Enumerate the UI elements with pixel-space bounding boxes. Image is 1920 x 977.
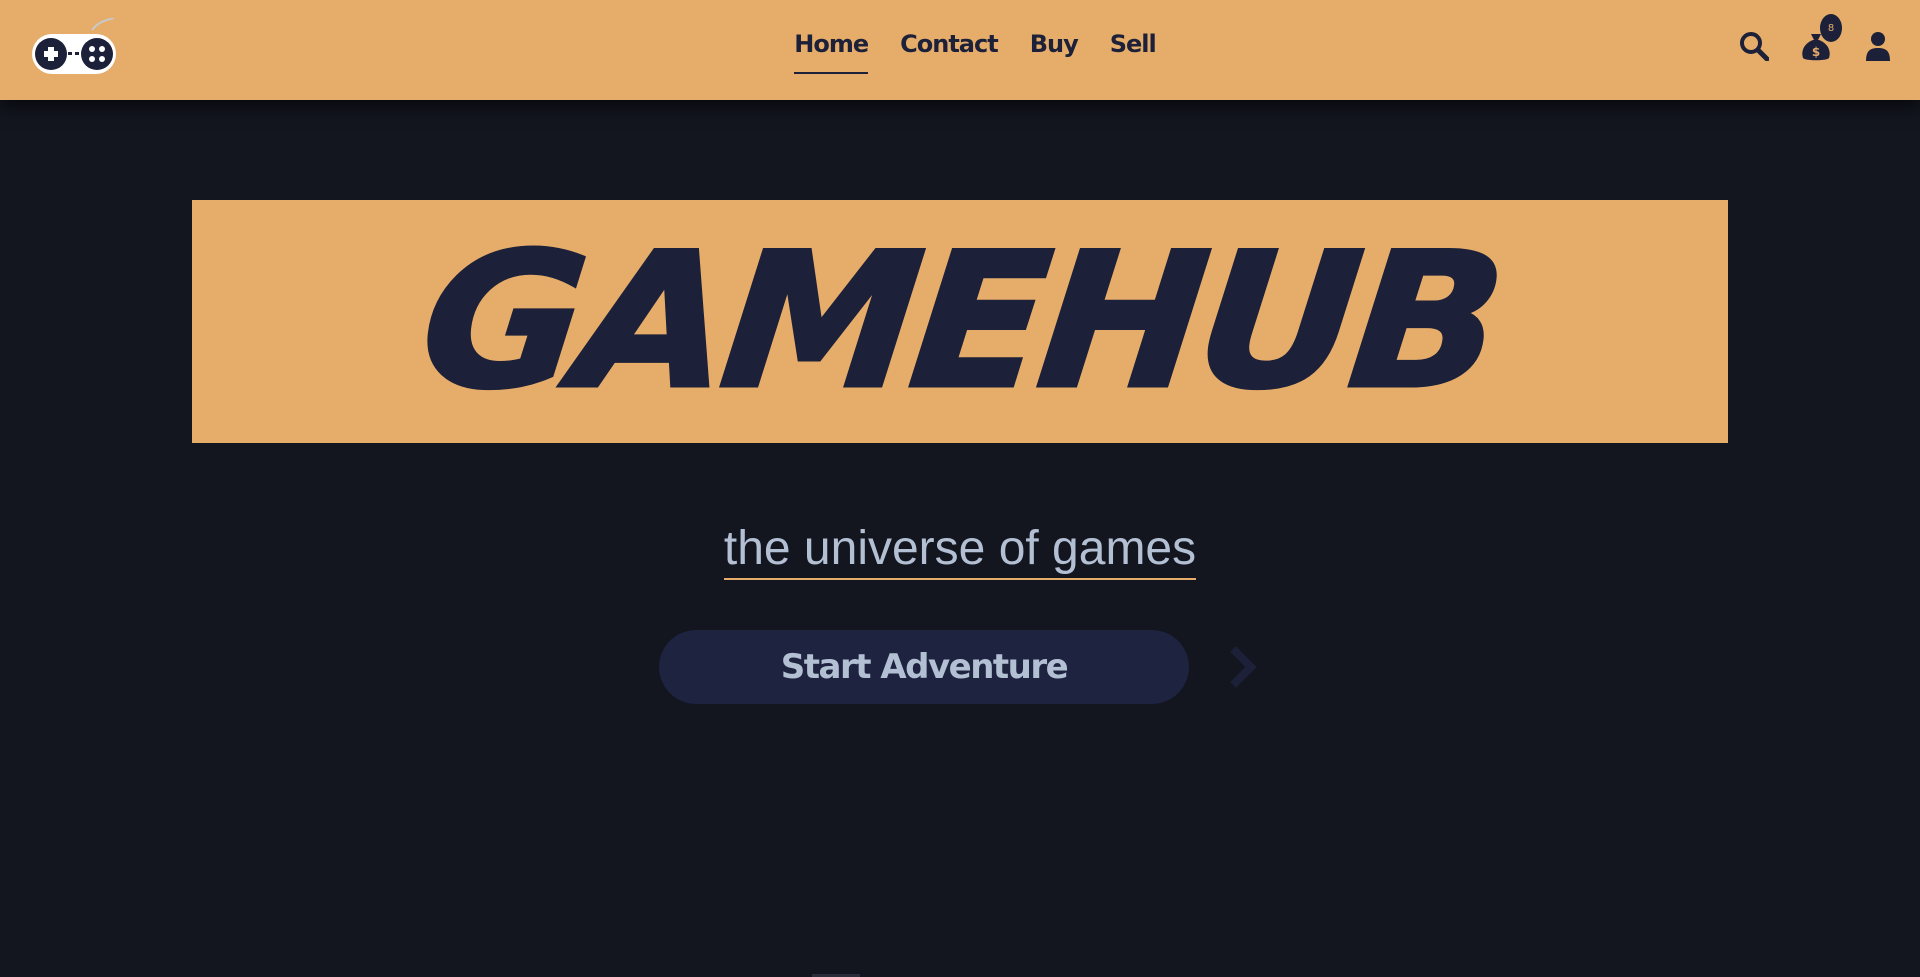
nav-buy-link[interactable]: Buy bbox=[1030, 30, 1079, 74]
hero-banner: GAMEHUB bbox=[192, 200, 1728, 443]
chevron-right-icon[interactable] bbox=[1227, 645, 1257, 689]
header-actions: $ 8 bbox=[1738, 14, 1894, 62]
main-nav: Home Contact Buy Sell bbox=[0, 30, 1920, 74]
top-navbar: Home Contact Buy Sell $ 8 bbox=[0, 0, 1920, 100]
nav-sell-link[interactable]: Sell bbox=[1110, 30, 1157, 74]
cart-count-badge: 8 bbox=[1820, 14, 1842, 42]
tagline: the universe of games bbox=[0, 522, 1920, 580]
nav-contact-link[interactable]: Contact bbox=[900, 30, 999, 74]
svg-text:$: $ bbox=[1812, 45, 1820, 59]
hero-title: GAMEHUB bbox=[410, 211, 1510, 431]
search-icon[interactable] bbox=[1738, 30, 1770, 62]
user-icon[interactable] bbox=[1862, 30, 1894, 62]
start-adventure-button[interactable]: Start Adventure bbox=[659, 630, 1189, 704]
hero-section: GAMEHUB the universe of games Start Adve… bbox=[0, 100, 1920, 977]
tagline-text: the universe of games bbox=[723, 522, 1197, 580]
nav-home-link[interactable]: Home bbox=[794, 30, 869, 74]
cta-row: Start Adventure bbox=[659, 630, 1257, 704]
money-bag-icon[interactable]: $ 8 bbox=[1800, 14, 1842, 62]
